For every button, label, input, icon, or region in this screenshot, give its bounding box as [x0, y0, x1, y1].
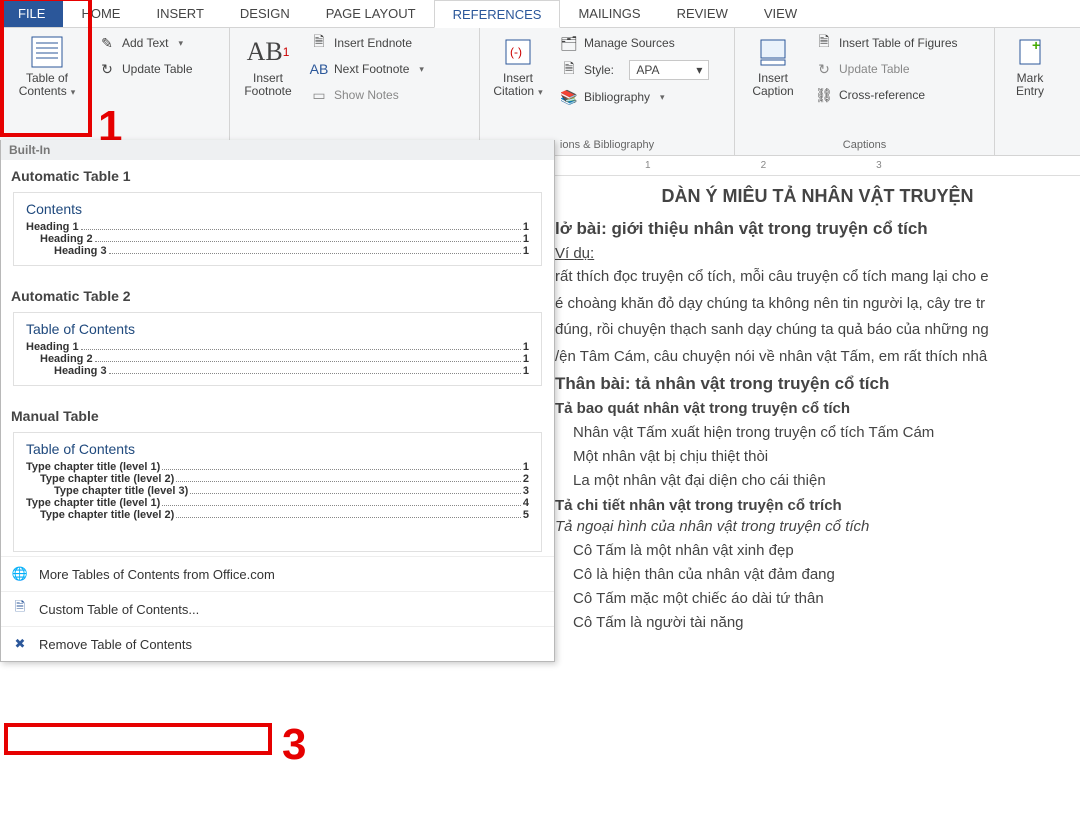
doc-li7: Cô Tấm là người tài năng	[573, 611, 1080, 635]
insert-tof-button[interactable]: 🗎Insert Table of Figures	[811, 32, 962, 54]
remove-toc-icon: ✖	[11, 635, 29, 653]
menu-tabs: FILE HOME INSERT DESIGN PAGE LAYOUT REFE…	[0, 0, 1080, 28]
bibliography-icon: 📚	[560, 88, 578, 106]
auto2-title: Table of Contents	[26, 321, 529, 337]
show-notes-button[interactable]: ▭Show Notes	[306, 84, 428, 106]
doc-h1: lở bài: giới thiệu nhân vật trong truyện…	[555, 219, 1080, 239]
tab-mailings[interactable]: MAILINGS	[560, 0, 658, 27]
ribbon: Table of Contents ✎Add Text ↻Update Tabl…	[0, 28, 1080, 156]
toc-dropdown: Built-In Automatic Table 1 Contents Head…	[0, 140, 555, 662]
doc-p2: é choàng khăn đỏ dạy chúng ta không nên …	[555, 293, 1080, 316]
insert-citation-button[interactable]: (-) Insert Citation	[488, 32, 548, 137]
tab-file[interactable]: FILE	[0, 0, 63, 27]
doc-li3: La một nhân vật đại diện cho cái thiện	[573, 469, 1080, 493]
update-table-button[interactable]: ↻Update Table	[94, 58, 197, 80]
toc-auto2-preview[interactable]: Table of Contents Heading 11 Heading 21 …	[13, 312, 542, 386]
tab-design[interactable]: DESIGN	[222, 0, 308, 27]
more-toc-office[interactable]: 🌐More Tables of Contents from Office.com	[1, 556, 554, 591]
citation-icon: (-)	[500, 34, 536, 70]
toc-manual-preview[interactable]: Table of Contents Type chapter title (le…	[13, 432, 542, 552]
update2-icon: ↻	[815, 60, 833, 78]
annotation-box-3	[4, 723, 272, 755]
doc-p3: đúng, rồi chuyện thạch sanh dạy chúng ta…	[555, 319, 1080, 342]
doc-h2: Thân bài: tả nhân vật trong truyện cổ tí…	[555, 374, 1080, 394]
insert-endnote-button[interactable]: 🗎Insert Endnote	[306, 32, 428, 54]
document-area: 123 DÀN Ý MIÊU TẢ NHÂN VẬT TRUYỆN lở bài…	[555, 156, 1080, 817]
style-select[interactable]: 🗎Style: APA▾	[556, 58, 713, 82]
toc-auto1-preview[interactable]: Contents Heading 11 Heading 21 Heading 3…	[13, 192, 542, 266]
auto1-contents-title: Contents	[26, 201, 529, 217]
mark-entry-button[interactable]: + Mark Entry	[1003, 32, 1057, 137]
custom-toc-icon: 🗎	[11, 600, 29, 618]
add-text-button[interactable]: ✎Add Text	[94, 32, 197, 54]
tab-references[interactable]: REFERENCES	[434, 0, 561, 28]
tab-page-layout[interactable]: PAGE LAYOUT	[308, 0, 434, 27]
doc-li4: Cô Tấm là một nhân vật xinh đẹp	[573, 539, 1080, 563]
tab-review[interactable]: REVIEW	[659, 0, 746, 27]
toc-manual-header[interactable]: Manual Table	[1, 400, 554, 428]
callout-3: 3	[282, 720, 306, 770]
svg-text:+: +	[1032, 37, 1040, 53]
caption-icon	[755, 34, 791, 70]
table-of-contents-button[interactable]: Table of Contents	[8, 32, 86, 137]
group-captions-label: Captions	[743, 137, 986, 153]
update-table2-button[interactable]: ↻Update Table	[811, 58, 962, 80]
toc-auto2-header[interactable]: Automatic Table 2	[1, 280, 554, 308]
cross-reference-button[interactable]: ⛓Cross-reference	[811, 84, 962, 106]
next-footnote-button[interactable]: ABNext Footnote	[306, 58, 428, 80]
doc-example-label: Ví dụ:	[555, 245, 1080, 262]
office-icon: 🌐	[11, 565, 29, 583]
ruler: 123	[555, 156, 1080, 176]
add-text-icon: ✎	[98, 34, 116, 52]
custom-toc[interactable]: 🗎Custom Table of Contents...	[1, 591, 554, 626]
manage-sources-button[interactable]: 🗂Manage Sources	[556, 32, 713, 54]
svg-text:(-): (-)	[510, 45, 522, 59]
update-icon: ↻	[98, 60, 116, 78]
doc-p4: /ện Tâm Cám, câu chuyện nói về nhân vật …	[555, 346, 1080, 369]
style-icon: 🗎	[560, 61, 578, 79]
manage-sources-icon: 🗂	[560, 34, 578, 52]
tab-view[interactable]: VIEW	[746, 0, 815, 27]
show-notes-icon: ▭	[310, 86, 328, 104]
doc-p1: rất thích đọc truyện cổ tích, mỗi câu tr…	[555, 266, 1080, 289]
doc-li1: Nhân vật Tấm xuất hiện trong truyện cổ t…	[573, 421, 1080, 445]
dropdown-section-builtin: Built-In	[1, 140, 554, 160]
doc-li6: Cô Tấm mặc một chiếc áo dài tứ thân	[573, 587, 1080, 611]
doc-li5: Cô là hiện thân của nhân vật đảm đang	[573, 563, 1080, 587]
next-footnote-icon: AB	[310, 60, 328, 78]
footnote-icon: AB1	[250, 34, 286, 70]
doc-h5: Tả ngoại hình của nhân vật trong truyện …	[555, 518, 1080, 535]
tab-insert[interactable]: INSERT	[138, 0, 221, 27]
toc-auto1-header[interactable]: Automatic Table 1	[1, 160, 554, 188]
insert-footnote-button[interactable]: AB1 Insert Footnote	[238, 32, 298, 137]
manual-title: Table of Contents	[26, 441, 529, 457]
mark-entry-icon: +	[1012, 34, 1048, 70]
document-content[interactable]: DÀN Ý MIÊU TẢ NHÂN VẬT TRUYỆN lở bài: gi…	[555, 176, 1080, 635]
insert-caption-button[interactable]: Insert Caption	[743, 32, 803, 137]
bibliography-button[interactable]: 📚Bibliography	[556, 86, 713, 108]
toc-label: Table of Contents	[19, 72, 76, 98]
remove-toc[interactable]: ✖Remove Table of Contents	[1, 626, 554, 661]
tab-home[interactable]: HOME	[63, 0, 138, 27]
doc-title: DÀN Ý MIÊU TẢ NHÂN VẬT TRUYỆN	[555, 186, 1080, 207]
doc-h4: Tả chi tiết nhân vật trong truyện cổ trí…	[555, 497, 1080, 514]
doc-h3: Tả bao quát nhân vật trong truyện cổ tíc…	[555, 400, 1080, 417]
endnote-icon: 🗎	[310, 34, 328, 52]
doc-li2: Một nhân vật bị chịu thiệt thòi	[573, 445, 1080, 469]
tof-icon: 🗎	[815, 34, 833, 52]
crossref-icon: ⛓	[815, 86, 833, 104]
toc-icon	[29, 34, 65, 70]
